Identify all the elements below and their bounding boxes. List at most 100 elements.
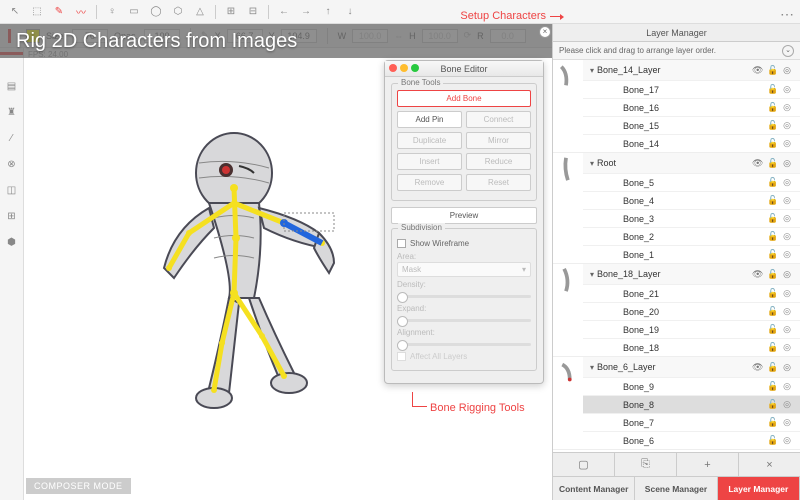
lock-icon[interactable]: 🔓 [767,120,777,131]
tool-icon[interactable]: ▭ [127,5,141,19]
target-icon[interactable]: ◎ [782,435,792,446]
lock-icon[interactable]: 🔓 [767,342,777,353]
tool-icon[interactable]: ↓ [343,5,357,19]
target-icon[interactable]: ◎ [782,138,792,149]
target-icon[interactable]: ◎ [782,269,792,280]
layer-row[interactable]: Bone_20🔓◎ [583,302,800,320]
affect-checkbox[interactable]: Affect All Layers [397,352,531,361]
tool-icon[interactable]: ← [277,5,291,19]
layer-btn[interactable]: ▢ [553,453,615,476]
remove-button[interactable]: Remove [397,174,462,191]
menu-icon[interactable]: ⋯ [780,6,794,23]
target-icon[interactable]: ◎ [782,158,792,169]
target-icon[interactable]: ◎ [782,417,792,428]
layer-row[interactable]: Bone_17🔓◎ [583,80,800,98]
lock-icon[interactable]: 🔓 [767,231,777,242]
lock-icon[interactable]: 🔓 [767,399,777,410]
target-icon[interactable]: ◎ [782,65,792,76]
density-slider[interactable] [397,295,531,298]
tool-icon[interactable]: △ [193,5,207,19]
reduce-button[interactable]: Reduce [466,153,531,170]
lock-icon[interactable]: 🔓 [767,249,777,260]
layer-row[interactable]: Bone_7🔓◎ [583,413,800,431]
add-pin-button[interactable]: Add Pin [397,111,462,128]
target-icon[interactable]: ◎ [782,324,792,335]
bulb-icon[interactable]: ♀ [105,5,119,19]
layer-row[interactable]: Bone_14🔓◎ [583,134,800,152]
lock-icon[interactable]: 🔓 [767,102,777,113]
lock-icon[interactable]: 🔓 [767,213,777,224]
select-icon[interactable]: ⬚ [30,5,44,19]
target-icon[interactable]: ◎ [782,288,792,299]
layer-row[interactable]: Bone_15🔓◎ [583,116,800,134]
layer-row[interactable]: Bone_8🔓◎ [583,395,800,413]
lock-icon[interactable]: 🔓 [767,138,777,149]
layer-row[interactable]: Bone_3🔓◎ [583,209,800,227]
layer-group-header[interactable]: ▾Bone_6_Layer👁🔓◎ [583,357,800,377]
add-bone-button[interactable]: Add Bone [397,90,531,107]
visibility-icon[interactable]: 👁 [752,65,762,76]
box-icon[interactable]: ◫ [4,182,20,198]
layers-icon[interactable]: ▤ [4,78,20,94]
cube-icon[interactable]: ⬢ [4,234,20,250]
tool-icon[interactable]: ⬡ [171,5,185,19]
brush-icon[interactable]: 〰 [74,5,88,19]
layer-row[interactable]: Bone_9🔓◎ [583,377,800,395]
tool-icon[interactable]: ⊞ [224,5,238,19]
layer-row[interactable]: Bone_19🔓◎ [583,320,800,338]
lock-icon[interactable]: 🔓 [767,84,777,95]
insert-button[interactable]: Insert [397,153,462,170]
link-icon[interactable]: ⊗ [4,156,20,172]
layer-row[interactable]: Bone_18🔓◎ [583,338,800,356]
target-icon[interactable]: ◎ [782,342,792,353]
grid-icon[interactable]: ⊞ [4,208,20,224]
layer-group-header[interactable]: ▾Bone_14_Layer👁🔓◎ [583,60,800,80]
lock-icon[interactable]: 🔓 [767,269,777,280]
tool-icon[interactable]: ⊟ [246,5,260,19]
target-icon[interactable]: ◎ [782,381,792,392]
pen-icon[interactable]: ✎ [52,5,66,19]
lock-icon[interactable]: 🔓 [767,195,777,206]
visibility-icon[interactable]: 👁 [752,362,762,373]
close-icon[interactable]: × [539,26,551,38]
visibility-icon[interactable]: 👁 [752,158,762,169]
alignment-slider[interactable] [397,343,531,346]
collapse-icon[interactable]: ⌄ [782,45,794,57]
delete-button[interactable]: × [739,453,800,476]
wand-icon[interactable]: ⁄ [4,130,20,146]
target-icon[interactable]: ◎ [782,84,792,95]
layer-row[interactable]: Bone_16🔓◎ [583,98,800,116]
mirror-button[interactable]: Mirror [466,132,531,149]
expand-slider[interactable] [397,319,531,322]
layer-group-header[interactable]: ▾Root👁🔓◎ [583,153,800,173]
layer-row[interactable]: Bone_1🔓◎ [583,245,800,263]
tab-content[interactable]: Content Manager [553,477,635,500]
lock-icon[interactable]: 🔓 [767,381,777,392]
layer-row[interactable]: Bone_21🔓◎ [583,284,800,302]
tool-icon[interactable]: → [299,5,313,19]
reset-button[interactable]: Reset [466,174,531,191]
visibility-icon[interactable]: 👁 [752,269,762,280]
connect-button[interactable]: Connect [466,111,531,128]
character-sprite[interactable] [134,118,344,418]
target-icon[interactable]: ◎ [782,120,792,131]
duplicate-button[interactable]: Duplicate [397,132,462,149]
lock-icon[interactable]: 🔓 [767,158,777,169]
layer-row[interactable]: Bone_4🔓◎ [583,191,800,209]
cursor-icon[interactable]: ↖ [8,5,22,19]
target-icon[interactable]: ◎ [782,195,792,206]
tab-layer[interactable]: Layer Manager [718,477,800,500]
lock-icon[interactable]: 🔓 [767,417,777,428]
layer-row[interactable]: Bone_2🔓◎ [583,227,800,245]
area-select[interactable]: Mask [397,262,531,277]
lock-icon[interactable]: 🔓 [767,288,777,299]
tool-icon[interactable]: ↑ [321,5,335,19]
target-icon[interactable]: ◎ [782,399,792,410]
layer-row[interactable]: Bone_6🔓◎ [583,431,800,449]
target-icon[interactable]: ◎ [782,306,792,317]
lock-icon[interactable]: 🔓 [767,362,777,373]
lock-icon[interactable]: 🔓 [767,177,777,188]
target-icon[interactable]: ◎ [782,362,792,373]
lock-icon[interactable]: 🔓 [767,306,777,317]
add-button[interactable]: + [677,453,739,476]
